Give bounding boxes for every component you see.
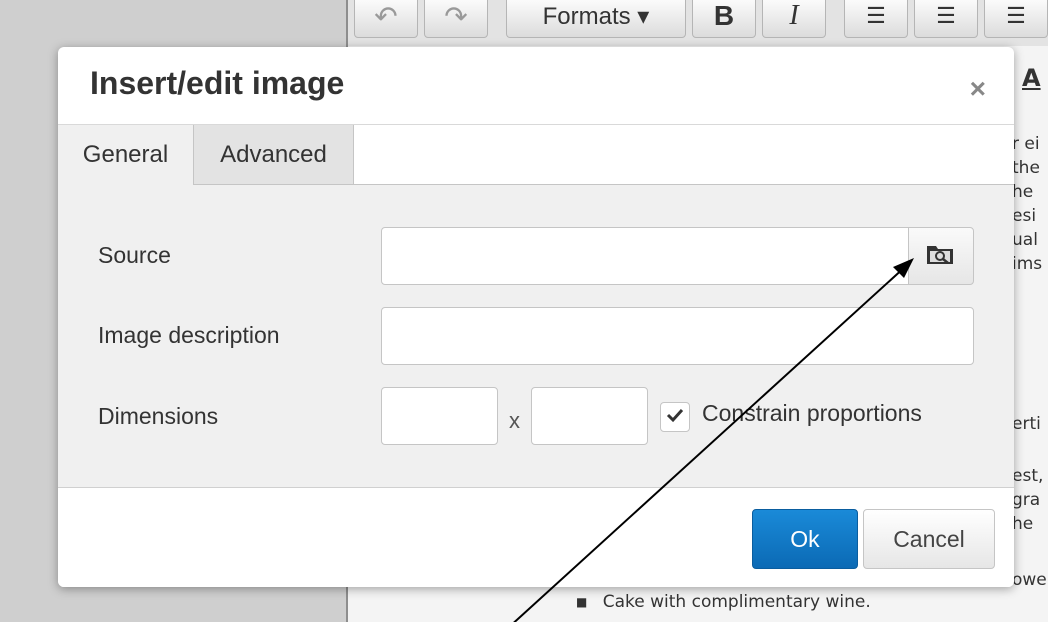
bullet-icon: ■ xyxy=(576,595,588,609)
align-center-button[interactable]: ☰ xyxy=(914,0,978,38)
ok-button[interactable]: Ok xyxy=(752,509,858,569)
editor-text-fragment: the xyxy=(1012,158,1040,178)
editor-text-fragment: he xyxy=(1012,182,1034,202)
undo-button[interactable]: ↶ xyxy=(354,0,418,38)
close-icon[interactable]: × xyxy=(970,73,986,105)
list-item: ■ Cake with complimentary wine. xyxy=(576,592,871,612)
dimension-separator: x xyxy=(509,408,520,433)
editor-text-fragment: he xyxy=(1012,514,1034,534)
description-input[interactable] xyxy=(381,307,974,365)
text-color-button[interactable]: A xyxy=(1022,64,1041,92)
editor-text-fragment: esi xyxy=(1012,206,1037,226)
cancel-button[interactable]: Cancel xyxy=(863,509,995,569)
editor-text-fragment: est, xyxy=(1012,466,1044,486)
source-input[interactable] xyxy=(381,227,909,285)
editor-text-fragment: gra xyxy=(1012,490,1041,510)
dialog-tabs: General Advanced xyxy=(58,125,1014,185)
editor-text-fragment: owe xyxy=(1012,570,1047,590)
width-input[interactable] xyxy=(381,387,498,445)
dialog-body: Source Image description Dimensions x Co… xyxy=(58,185,1014,487)
dialog-title: Insert/edit image xyxy=(90,65,345,101)
list-item-text: Cake with complimentary wine. xyxy=(602,592,871,612)
editor-text-fragment: r ei xyxy=(1012,134,1040,154)
redo-button[interactable]: ↷ xyxy=(424,0,488,38)
align-left-button[interactable]: ☰ xyxy=(844,0,908,38)
editor-toolbar: ↶ ↷ Formats ▾ B I ☰ ☰ ☰ xyxy=(348,0,1048,46)
source-label: Source xyxy=(98,242,171,268)
bold-button[interactable]: B xyxy=(692,0,756,38)
constrain-label: Constrain proportions xyxy=(702,400,922,426)
folder-search-icon xyxy=(926,242,956,271)
tab-advanced[interactable]: Advanced xyxy=(194,125,354,184)
browse-button[interactable] xyxy=(908,227,974,285)
checkmark-icon xyxy=(666,407,684,428)
insert-image-dialog: Insert/edit image × General Advanced Sou… xyxy=(58,47,1014,587)
description-label: Image description xyxy=(98,322,280,348)
editor-text-fragment: erti xyxy=(1012,414,1041,434)
height-input[interactable] xyxy=(531,387,648,445)
dialog-footer: Ok Cancel xyxy=(58,487,1014,587)
editor-text-fragment: ims xyxy=(1012,254,1043,274)
align-right-button[interactable]: ☰ xyxy=(984,0,1048,38)
formats-dropdown[interactable]: Formats ▾ xyxy=(506,0,686,38)
italic-button[interactable]: I xyxy=(762,0,826,38)
tab-general[interactable]: General xyxy=(58,125,194,185)
dimensions-label: Dimensions xyxy=(98,403,219,429)
constrain-checkbox[interactable] xyxy=(660,402,690,432)
editor-text-fragment: ual xyxy=(1012,230,1038,250)
